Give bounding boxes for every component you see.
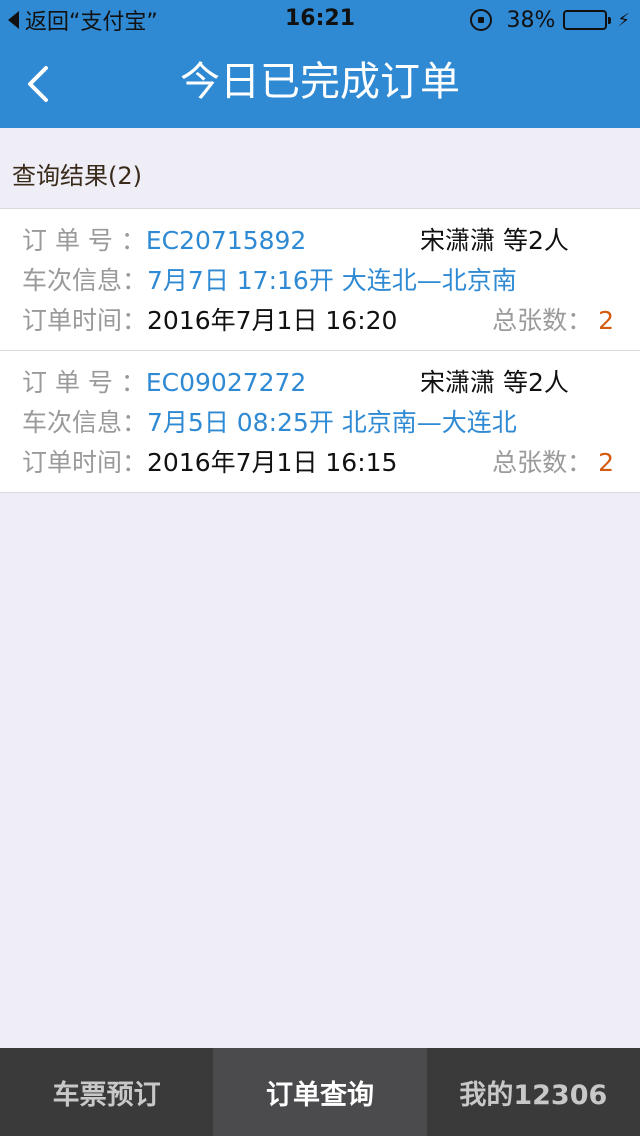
train-info-label: 车次信息： [22, 408, 148, 437]
rotation-lock-icon [470, 9, 493, 31]
passengers: 宋潇潇 等2人 [420, 226, 569, 255]
ticket-count-label: 总张数： [492, 306, 593, 335]
order-time-row: 订单时间：2016年7月1日 16:20 [22, 304, 397, 338]
passengers: 宋潇潇 等2人 [420, 368, 569, 397]
train-info-value: 7月5日 08:25开 北京南—大连北 [147, 408, 517, 437]
ticket-count: 总张数： 2 [492, 304, 614, 338]
order-time-row: 订单时间：2016年7月1日 16:15 [22, 446, 397, 480]
ticket-count-value: 2 [598, 306, 614, 335]
ticket-count: 总张数： 2 [492, 446, 614, 480]
status-right: 38% ⚡ [470, 6, 630, 34]
order-no-row: 订 单 号 ：EC20715892 [22, 224, 306, 258]
battery-percent: 38% [506, 7, 556, 33]
train-info-row: 车次信息：7月5日 08:25开 北京南—大连北 [22, 406, 517, 440]
result-header: 查询结果(2) [12, 162, 142, 190]
order-no-row: 订 单 号 ：EC09027272 [22, 366, 306, 400]
order-time-value: 2016年7月1日 16:20 [147, 306, 398, 335]
ticket-count-label: 总张数： [492, 448, 593, 477]
order-no-value: EC20715892 [145, 226, 307, 255]
order-list: 订 单 号 ：EC20715892 宋潇潇 等2人 车次信息：7月7日 17:1… [0, 208, 640, 493]
order-no-value: EC09027272 [145, 368, 307, 397]
order-card[interactable]: 订 单 号 ：EC20715892 宋潇潇 等2人 车次信息：7月7日 17:1… [0, 208, 640, 350]
page-title: 今日已完成订单 [180, 59, 460, 105]
tab-order-query[interactable]: 订单查询 [213, 1048, 427, 1136]
status-bar: 返回“支付宝” 16:21 38% ⚡ [0, 0, 640, 40]
tab-my-12306[interactable]: 我的12306 [427, 1048, 640, 1136]
charging-bolt-icon: ⚡ [617, 9, 630, 31]
nav-bar: 今日已完成订单 [0, 40, 640, 128]
tab-ticket-booking[interactable]: 车票预订 [0, 1048, 213, 1136]
order-no-label: 订 单 号 ： [22, 368, 146, 397]
train-info-row: 车次信息：7月7日 17:16开 大连北—北京南 [22, 264, 517, 298]
train-info-value: 7月7日 17:16开 大连北—北京南 [147, 266, 517, 295]
order-no-label: 订 单 号 ： [22, 226, 146, 255]
order-time-label: 订单时间： [22, 448, 148, 477]
battery-icon [563, 10, 612, 30]
order-card[interactable]: 订 单 号 ：EC09027272 宋潇潇 等2人 车次信息：7月5日 08:2… [0, 350, 640, 493]
tab-bar: 车票预订 订单查询 我的12306 [0, 1048, 640, 1136]
ticket-count-value: 2 [598, 448, 614, 477]
order-time-value: 2016年7月1日 16:15 [147, 448, 398, 477]
order-time-label: 订单时间： [22, 306, 148, 335]
train-info-label: 车次信息： [22, 266, 148, 295]
